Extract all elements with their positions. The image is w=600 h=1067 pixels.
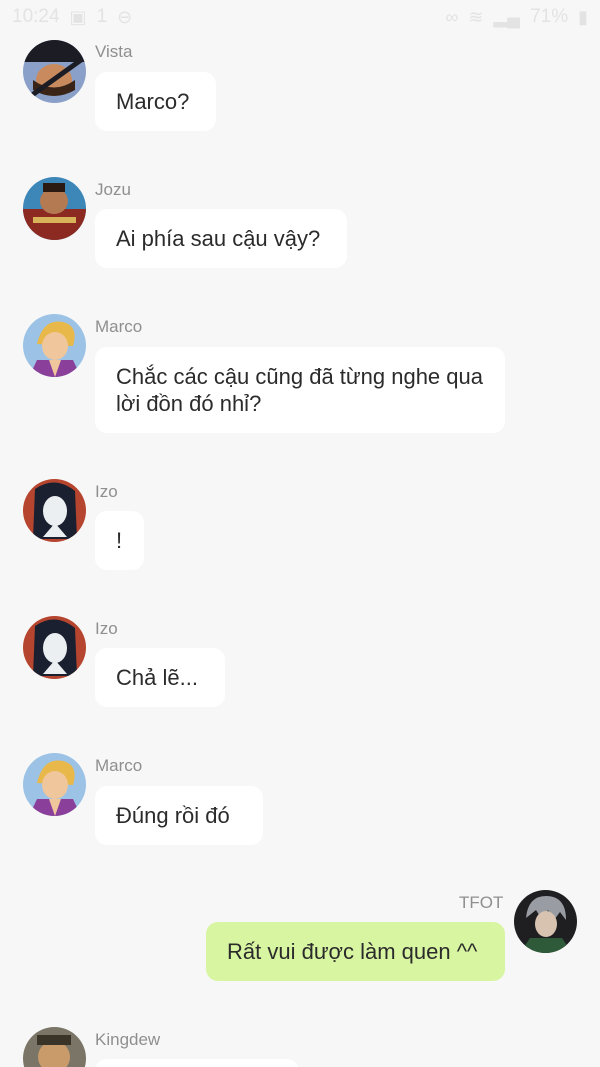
- avatar-izo-image: [23, 616, 86, 679]
- avatar-jozu-image: [23, 177, 86, 240]
- sender-name: Marco: [95, 317, 143, 336]
- message-bubble[interactable]: Rất vui được làm quen ^^: [206, 922, 505, 981]
- avatar[interactable]: [23, 753, 86, 816]
- message-bubble[interactable]: [95, 1059, 299, 1067]
- status-left: 10:24 ▣ 1 ⊖: [12, 6, 132, 28]
- avatar[interactable]: [23, 1027, 86, 1067]
- battery-level: 71%: [530, 6, 569, 27]
- sender-name: TFOT: [459, 893, 504, 912]
- battery-icon: ▮: [578, 6, 588, 27]
- message-bubble[interactable]: Chả lẽ...: [95, 648, 225, 707]
- sender-name: Kingdew: [95, 1030, 161, 1049]
- avatar-marco-image: [23, 314, 86, 377]
- avatar[interactable]: [23, 314, 86, 377]
- message-bubble[interactable]: Marco?: [95, 72, 216, 131]
- sender-name: Vista: [95, 42, 133, 61]
- avatar-tfot-image: [514, 890, 577, 953]
- message-bubble[interactable]: Ai phía sau cậu vậy?: [95, 209, 347, 268]
- sender-name: Izo: [95, 482, 118, 501]
- avatar[interactable]: [514, 890, 577, 953]
- notification-count: 1: [96, 6, 108, 27]
- message-bubble[interactable]: Chắc các cậu cũng đã từng nghe qua lời đ…: [95, 347, 505, 433]
- image-icon: ▣: [69, 6, 87, 27]
- infinity-icon: ∞: [445, 6, 459, 27]
- avatar-marco-image: [23, 753, 86, 816]
- sender-name: Jozu: [95, 180, 131, 199]
- status-time: 10:24: [12, 6, 60, 27]
- message-bubble[interactable]: !: [95, 511, 144, 570]
- signal-icon: ▂▄: [493, 6, 521, 27]
- avatar[interactable]: [23, 616, 86, 679]
- avatar-vista-image: [23, 40, 86, 103]
- sync-icon: ⊖: [117, 6, 133, 27]
- message-bubble[interactable]: Đúng rồi đó: [95, 786, 263, 845]
- sender-name: Izo: [95, 619, 118, 638]
- avatar[interactable]: [23, 479, 86, 542]
- status-bar: 10:24 ▣ 1 ⊖ ∞ ≋ ▂▄ 71% ▮: [0, 0, 600, 34]
- sender-name: Marco: [95, 756, 143, 775]
- wifi-icon: ≋: [468, 6, 484, 27]
- status-right: ∞ ≋ ▂▄ 71% ▮: [446, 6, 588, 28]
- avatar-kingdew-image: [23, 1027, 86, 1067]
- avatar-izo-image: [23, 479, 86, 542]
- avatar[interactable]: [23, 40, 86, 103]
- avatar[interactable]: [23, 177, 86, 240]
